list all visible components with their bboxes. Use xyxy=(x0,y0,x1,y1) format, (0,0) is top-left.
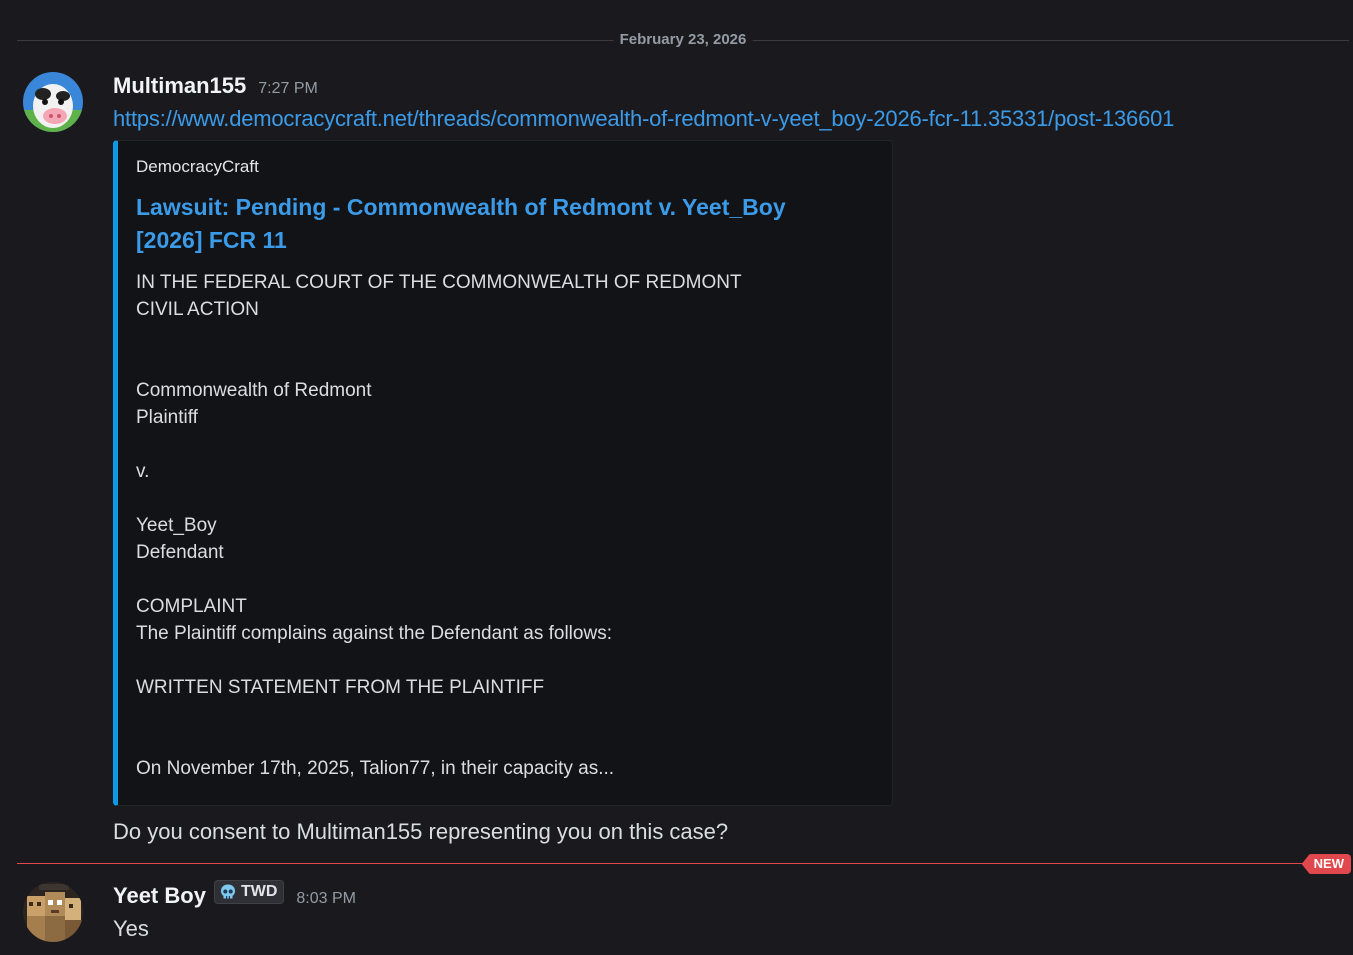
date-divider-label: February 23, 2026 xyxy=(613,30,753,50)
embed-line: CIVIL ACTION xyxy=(136,299,259,320)
embed-line: Yeet_Boy xyxy=(136,515,217,536)
new-messages-divider xyxy=(17,863,1313,864)
new-badge: NEW xyxy=(1301,854,1351,874)
message-header: Yeet Boy TWD 8:03 PM xyxy=(113,880,356,910)
embed-line: WRITTEN STATEMENT FROM THE PLAINTIFF xyxy=(136,677,545,698)
chat-view: February 23, 2026 Multiman155 7:27 PM ht… xyxy=(0,0,1353,955)
embed-line: Defendant xyxy=(136,542,224,563)
embed-line: IN THE FEDERAL COURT OF THE COMMONWEALTH… xyxy=(136,272,742,293)
username[interactable]: Yeet Boy xyxy=(113,882,206,910)
embed-line: The Plaintiff complains against the Defe… xyxy=(136,623,612,644)
embed-line xyxy=(136,485,876,512)
guild-tag-label: TWD xyxy=(240,883,278,900)
date-divider: February 23, 2026 xyxy=(17,30,1349,50)
embed-line: On November 17th, 2025, Talion77, in the… xyxy=(136,758,615,779)
embed-line: Plaintiff xyxy=(136,407,198,428)
embed-line: Commonwealth of Redmont xyxy=(136,380,372,401)
embed-line xyxy=(136,701,876,728)
username[interactable]: Multiman155 xyxy=(113,72,246,100)
embed-line xyxy=(136,323,876,350)
embed-title-link[interactable]: Lawsuit: Pending - Commonwealth of Redmo… xyxy=(136,191,856,257)
cow-avatar-icon xyxy=(23,72,83,132)
embed-line xyxy=(136,566,876,593)
message-link[interactable]: https://www.democracycraft.net/threads/c… xyxy=(113,104,1174,134)
embed-line xyxy=(136,431,876,458)
message-text: Do you consent to Multiman155 representi… xyxy=(113,819,729,844)
timestamp[interactable]: 8:03 PM xyxy=(296,890,356,908)
embed-line: COMPLAINT xyxy=(136,596,247,617)
link-embed: DemocracyCraft Lawsuit: Pending - Common… xyxy=(113,140,893,806)
embed-line: v. xyxy=(136,461,150,482)
timestamp[interactable]: 7:27 PM xyxy=(258,80,318,98)
avatar[interactable] xyxy=(23,882,83,942)
embed-description: IN THE FEDERAL COURT OF THE COMMONWEALTH… xyxy=(136,269,876,782)
embed-provider: DemocracyCraft xyxy=(136,157,259,176)
avatar[interactable] xyxy=(23,72,83,132)
embed-line xyxy=(136,350,876,377)
skull-icon xyxy=(220,884,235,899)
message-text: Yes xyxy=(113,916,149,941)
guild-tag[interactable]: TWD xyxy=(213,880,285,904)
message-header: Multiman155 7:27 PM xyxy=(113,72,318,100)
minecraft-avatar-icon xyxy=(23,882,83,942)
embed-line xyxy=(136,647,876,674)
embed-line xyxy=(136,728,876,755)
